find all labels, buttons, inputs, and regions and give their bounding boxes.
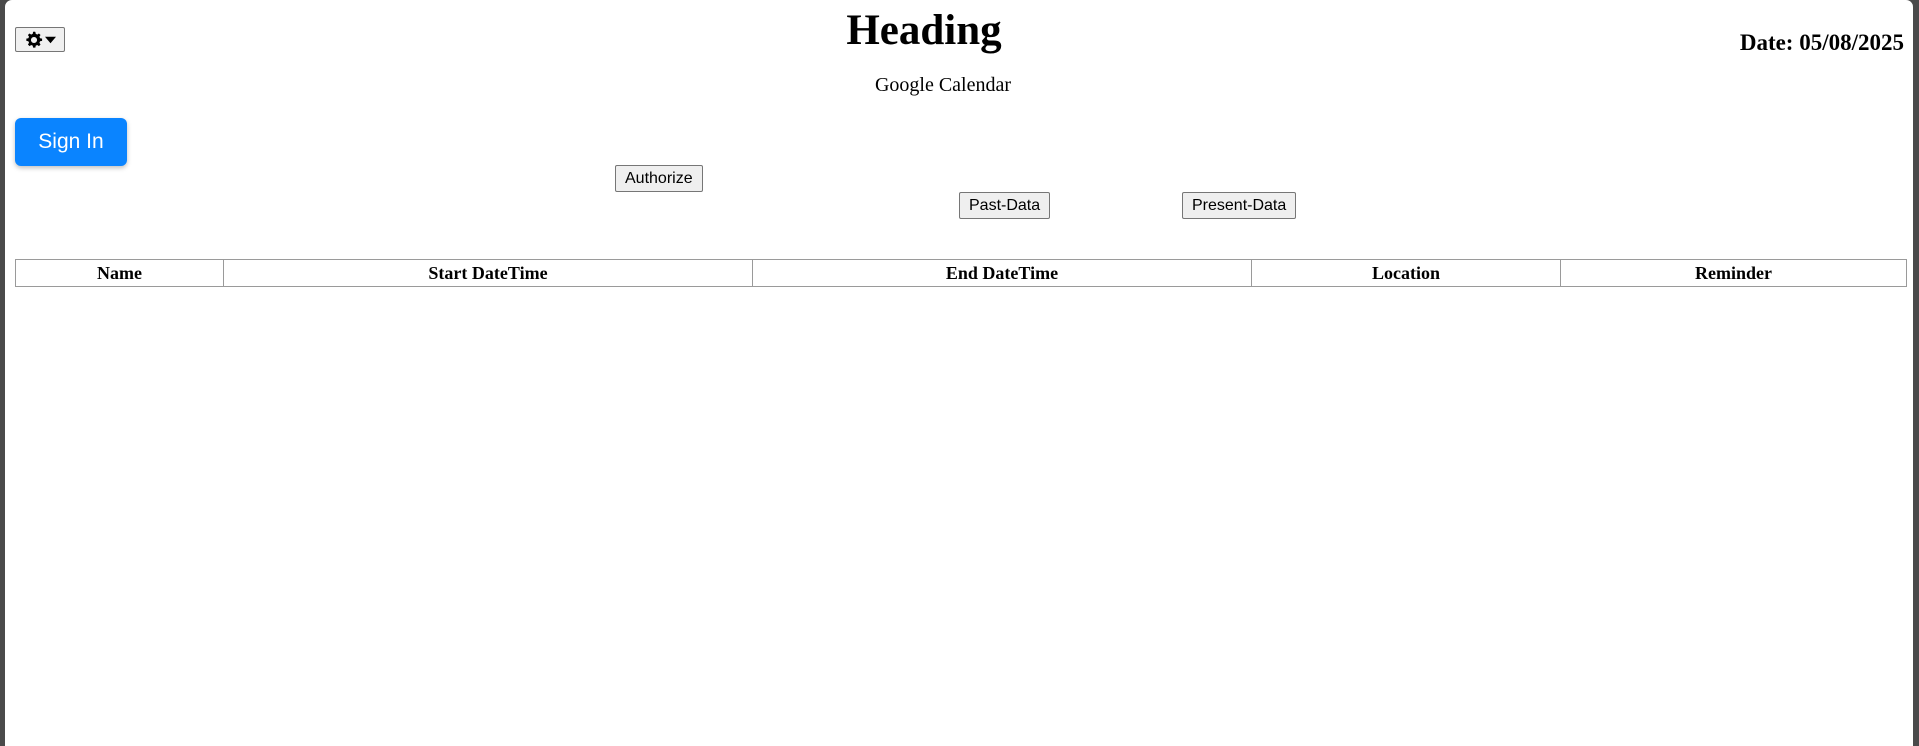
page-heading: Heading — [846, 7, 1002, 54]
column-header-name: Name — [15, 259, 224, 287]
column-header-start-datetime: Start DateTime — [223, 259, 753, 287]
events-table: Name Start DateTime End DateTime Locatio… — [15, 259, 1907, 287]
authorize-button[interactable]: Authorize — [615, 165, 703, 192]
table-header-row: Name Start DateTime End DateTime Locatio… — [15, 259, 1907, 287]
column-header-location: Location — [1251, 259, 1561, 287]
sign-in-button[interactable]: Sign In — [15, 118, 127, 166]
past-data-button[interactable]: Past-Data — [959, 192, 1051, 219]
app-window: Heading Date: 05/08/2025 Google Calendar… — [5, 0, 1913, 746]
present-data-button[interactable]: Present-Data — [1182, 192, 1297, 219]
current-date: Date: 05/08/2025 — [1739, 30, 1904, 55]
column-header-reminder: Reminder — [1560, 259, 1907, 287]
page-subtitle: Google Calendar — [874, 74, 1012, 96]
column-header-end-datetime: End DateTime — [752, 259, 1252, 287]
